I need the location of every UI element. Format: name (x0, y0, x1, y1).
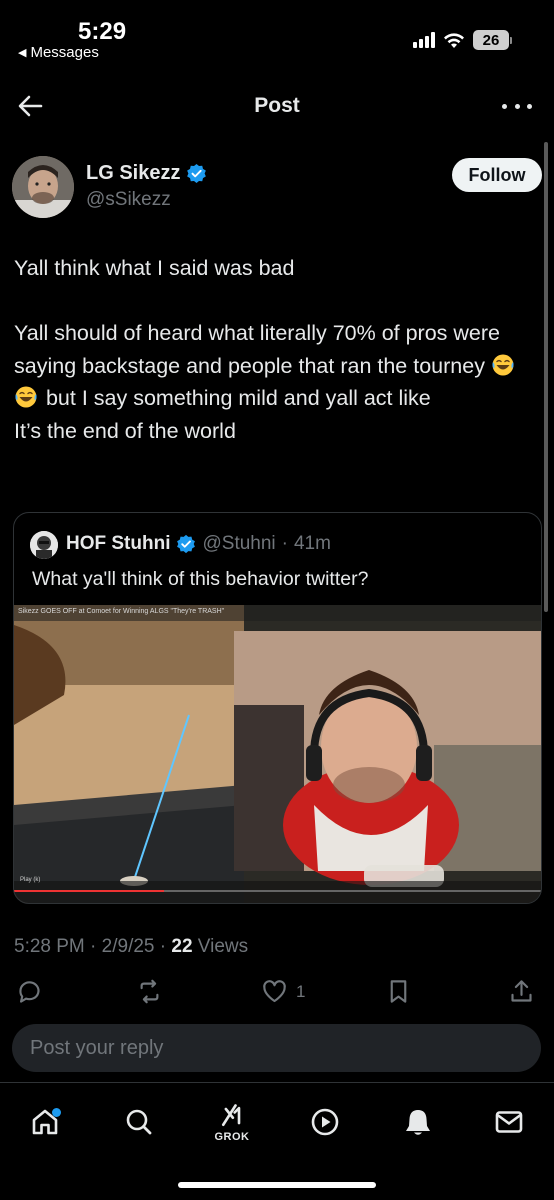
follow-button[interactable]: Follow (452, 158, 542, 192)
battery-level: 26 (473, 30, 509, 50)
quoted-post-text: What ya'll think of this behavior twitte… (32, 568, 369, 590)
divider (0, 1082, 554, 1083)
share-icon (511, 980, 532, 1002)
like-button[interactable]: 1 (261, 978, 305, 1005)
bell-icon (406, 1110, 430, 1135)
nav-search[interactable] (117, 1100, 161, 1144)
reply-box (12, 1024, 541, 1072)
cellular-signal-icon (413, 32, 435, 48)
verified-badge-icon (177, 534, 196, 554)
grok-label: GROK (214, 1130, 250, 1143)
post-meta: 5:28 PM · 2/9/25 · 22 Views (14, 936, 248, 958)
separator-dot: · (281, 533, 288, 554)
nav-home[interactable] (23, 1100, 67, 1144)
verified-badge-icon (187, 163, 207, 184)
author-name[interactable]: LG Sikezz (86, 162, 207, 185)
nav-video[interactable] (303, 1100, 347, 1144)
quoted-post-header: HOF Stuhni @Stuhni · 41m (66, 533, 331, 555)
post-time: 5:28 PM (14, 936, 85, 957)
quoted-author-handle[interactable]: @Stuhni (202, 533, 275, 555)
quoted-author-name[interactable]: HOF Stuhni (66, 533, 170, 555)
post-actions: 1 (0, 978, 554, 1014)
views-label: Views (197, 936, 249, 957)
share-button[interactable] (508, 978, 535, 1005)
status-time: 5:29 (78, 18, 127, 45)
notification-dot (52, 1108, 61, 1117)
back-app-label: Messages (30, 44, 99, 61)
reply-input[interactable] (12, 1024, 541, 1072)
status-indicators: 26 (413, 30, 512, 50)
grok-icon (221, 1103, 241, 1126)
avatar[interactable] (12, 156, 74, 218)
laughing-emoji-icon (492, 354, 514, 375)
search-icon (126, 1109, 152, 1135)
repost-icon (140, 979, 159, 1004)
mail-icon (495, 1111, 523, 1133)
back-triangle-icon: ◀ (18, 47, 27, 59)
post-author: LG Sikezz @sSikezz Follow (12, 156, 542, 218)
author-handle[interactable]: @sSikezz (86, 189, 171, 211)
video-caption: Sikezz GOES OFF at Comoet for Winning AL… (18, 608, 225, 615)
post-text-line: Yall think what I said was bad (14, 256, 295, 280)
post-text-line: It’s the end of the world (14, 418, 236, 443)
nav-notifications[interactable] (396, 1100, 440, 1144)
reply-button[interactable] (16, 978, 43, 1005)
play-circle-icon (311, 1108, 339, 1136)
separator-dot: · (90, 936, 102, 957)
bookmark-button[interactable] (385, 978, 412, 1005)
back-to-app-link[interactable]: ◀ Messages (18, 44, 99, 61)
page-title: Post (254, 94, 300, 117)
post-text-paragraph: Yall should of heard what literally 70% … (14, 317, 534, 415)
heart-icon (263, 980, 286, 1003)
quoted-avatar[interactable] (30, 531, 58, 559)
quoted-post-time: 41m (293, 533, 331, 554)
more-options-icon[interactable] (502, 96, 532, 116)
quoted-video[interactable]: Sikezz GOES OFF at Comoet for Winning AL… (14, 605, 541, 903)
author-name-text: LG Sikezz (86, 162, 181, 184)
separator-dot: · (159, 936, 172, 957)
status-bar: 5:29 ◀ Messages 26 (0, 0, 554, 70)
post-body: Yall think what I said was bad Yall shou… (14, 252, 534, 447)
wifi-icon (444, 32, 464, 48)
post-date: 2/9/25 (101, 936, 155, 957)
post-header: Post (0, 74, 554, 138)
scrollbar[interactable] (544, 142, 548, 612)
nav-grok[interactable]: GROK (210, 1100, 254, 1144)
battery-icon: 26 (473, 30, 512, 50)
repost-button[interactable] (136, 978, 163, 1005)
reply-icon (19, 981, 40, 1003)
laughing-emoji-icon (15, 386, 37, 408)
views-count: 22 (171, 936, 193, 957)
video-play-label: Play (k) (20, 877, 41, 883)
like-count: 1 (296, 981, 306, 1001)
home-indicator[interactable] (178, 1182, 376, 1188)
bookmark-icon (390, 980, 407, 1003)
quoted-post[interactable]: HOF Stuhni @Stuhni · 41m What ya'll thin… (13, 512, 542, 904)
nav-messages[interactable] (487, 1100, 531, 1144)
bottom-nav: GROK (0, 1088, 554, 1158)
post-text-segment: but I say something mild and yall act li… (40, 386, 431, 410)
post-text-segment: Yall should of heard what literally 70% … (14, 321, 500, 378)
